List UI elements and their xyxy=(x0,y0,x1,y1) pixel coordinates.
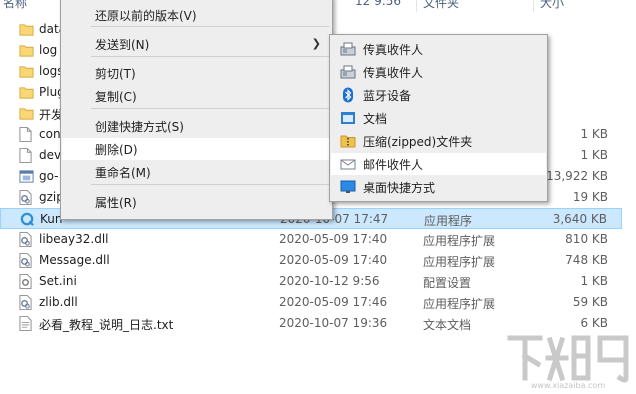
file-type: 应用程序扩展 xyxy=(423,234,496,248)
fax-icon xyxy=(340,64,356,80)
file-size: 19 KB xyxy=(572,190,608,204)
file-type: 应用程序扩展 xyxy=(423,255,496,269)
file-name: libeay32.dll xyxy=(39,232,109,246)
col-date-fragment: 12 9:56 xyxy=(355,0,402,8)
file-icon xyxy=(19,127,33,142)
submenu-item[interactable]: 蓝牙设备 xyxy=(331,84,546,106)
file-type: 应用程序 xyxy=(424,214,473,228)
file-row[interactable]: libeay32.dll 2020-05-09 17:40 应用程序扩展 810 KB xyxy=(0,229,622,250)
menu-separator xyxy=(91,108,329,109)
file-date: 2020-05-09 17:40 xyxy=(279,232,388,246)
context-menu-item[interactable]: 删除(D) xyxy=(62,138,331,160)
file-row[interactable]: Set.ini 2020-10-12 9:56 配置设置 1 KB xyxy=(0,271,622,292)
file-row[interactable]: Message.dll 2020-05-09 17:40 应用程序扩展 748 KB xyxy=(0,250,622,271)
file-size: 1 KB xyxy=(580,127,608,141)
file-type: 配置设置 xyxy=(423,276,472,290)
menu-item-label: 创建快捷方式(S) xyxy=(95,120,184,134)
submenu-item-label: 传真收件人 xyxy=(363,43,424,57)
context-menu-item[interactable]: 还原以前的版本(V) xyxy=(62,4,331,26)
menu-item-label: 复制(C) xyxy=(95,90,137,104)
app-q-icon xyxy=(20,212,34,227)
file-name: go- xyxy=(39,169,59,183)
context-menu-item[interactable]: 属性(R) xyxy=(62,191,331,213)
fax-icon xyxy=(340,41,356,57)
watermark-url: www.xiazaiba.com xyxy=(531,381,605,390)
file-date: 2020-05-09 17:40 xyxy=(279,253,388,267)
file-date: 2020-05-09 17:46 xyxy=(279,295,388,309)
submenu-item-label: 蓝牙设备 xyxy=(363,89,412,103)
submenu-item-label: 文档 xyxy=(363,112,388,126)
send-to-submenu: 传真收件人 传真收件人 蓝牙设备 文档 压缩(zipped)文件夹 邮件收件人 桌面快捷方式 xyxy=(329,34,548,202)
zip-folder-icon xyxy=(340,133,356,149)
menu-item-label: 属性(R) xyxy=(95,196,137,210)
menu-separator xyxy=(91,26,329,27)
menu-separator xyxy=(91,56,329,57)
context-menu-item[interactable]: 复制(C) xyxy=(62,85,331,107)
file-date: 2020-10-07 19:36 xyxy=(279,316,388,330)
submenu-item[interactable]: 邮件收件人 xyxy=(331,153,546,175)
context-menu-item[interactable]: 重命名(M) xyxy=(62,161,331,183)
watermark-logo: www.xiazaiba.com xyxy=(507,335,629,390)
submenu-item[interactable]: 传真收件人 xyxy=(331,38,546,60)
txt-icon xyxy=(19,316,33,331)
folder-icon xyxy=(19,106,34,121)
menu-separator xyxy=(91,184,329,185)
document-icon xyxy=(340,110,356,126)
file-name: con xyxy=(39,127,61,141)
submenu-item[interactable]: 传真收件人 xyxy=(331,61,546,83)
dll-icon xyxy=(19,232,33,247)
file-name: 必看_教程_说明_日志.txt xyxy=(39,318,174,332)
file-size: 59 KB xyxy=(572,295,608,309)
file-name: Set.ini xyxy=(39,274,77,288)
menu-item-label: 发送到(N) xyxy=(95,38,150,52)
submenu-item[interactable]: 文档 xyxy=(331,107,546,129)
file-date: 2020-10-12 9:56 xyxy=(279,274,380,288)
menu-item-label: 重命名(M) xyxy=(95,166,151,180)
file-size: 13,922 KB xyxy=(546,169,608,183)
file-type: 应用程序扩展 xyxy=(423,297,496,311)
col-name-header[interactable]: 名称 xyxy=(3,0,27,11)
file-size: 1 KB xyxy=(580,274,608,288)
context-menu: 还原以前的版本(V) 发送到(N) ❯ 剪切(T) 复制(C) 创建快捷方式(S) 删除(D… xyxy=(60,0,333,220)
menu-item-label: 删除(D) xyxy=(95,143,138,157)
desktop-icon xyxy=(340,179,356,195)
submenu-item-label: 传真收件人 xyxy=(363,66,424,80)
file-size: 3,640 KB xyxy=(552,212,607,226)
file-row[interactable]: zlib.dll 2020-05-09 17:46 应用程序扩展 59 KB xyxy=(0,292,622,313)
folder-icon xyxy=(19,22,34,37)
mail-icon xyxy=(340,156,356,172)
submenu-item-label: 邮件收件人 xyxy=(363,158,424,172)
submenu-item-label: 压缩(zipped)文件夹 xyxy=(363,135,473,149)
submenu-item[interactable]: 压缩(zipped)文件夹 xyxy=(331,130,546,152)
submenu-item-label: 桌面快捷方式 xyxy=(363,181,436,195)
file-size: 748 KB xyxy=(565,253,608,267)
file-size: 1 KB xyxy=(580,148,608,162)
bluetooth-icon xyxy=(340,87,356,103)
file-icon xyxy=(19,148,33,163)
context-menu-item[interactable]: 剪切(T) xyxy=(62,62,331,84)
dll-icon xyxy=(19,253,33,268)
file-name: log xyxy=(39,43,58,57)
folder-icon xyxy=(19,85,34,100)
file-name: Message.dll xyxy=(39,253,110,267)
file-type: 文本文档 xyxy=(423,318,472,332)
context-menu-item[interactable]: 发送到(N) ❯ xyxy=(62,33,331,55)
menu-item-label: 剪切(T) xyxy=(95,67,136,81)
file-name: zlib.dll xyxy=(39,295,78,309)
dll-icon xyxy=(19,295,33,310)
exe-icon xyxy=(19,169,34,184)
folder-icon xyxy=(19,64,34,79)
file-size: 810 KB xyxy=(565,232,608,246)
col-type-fragment: 文件夹 xyxy=(423,0,460,10)
chevron-right-icon: ❯ xyxy=(311,37,321,50)
menu-item-label: 还原以前的版本(V) xyxy=(95,9,197,23)
folder-icon xyxy=(19,43,34,58)
context-menu-item[interactable]: 创建快捷方式(S) xyxy=(62,115,331,137)
ini-icon xyxy=(19,274,33,289)
file-name: dev xyxy=(39,148,62,162)
submenu-item[interactable]: 桌面快捷方式 xyxy=(331,176,546,198)
dll-icon xyxy=(19,190,33,205)
col-size-header[interactable]: 大小 xyxy=(540,0,564,11)
